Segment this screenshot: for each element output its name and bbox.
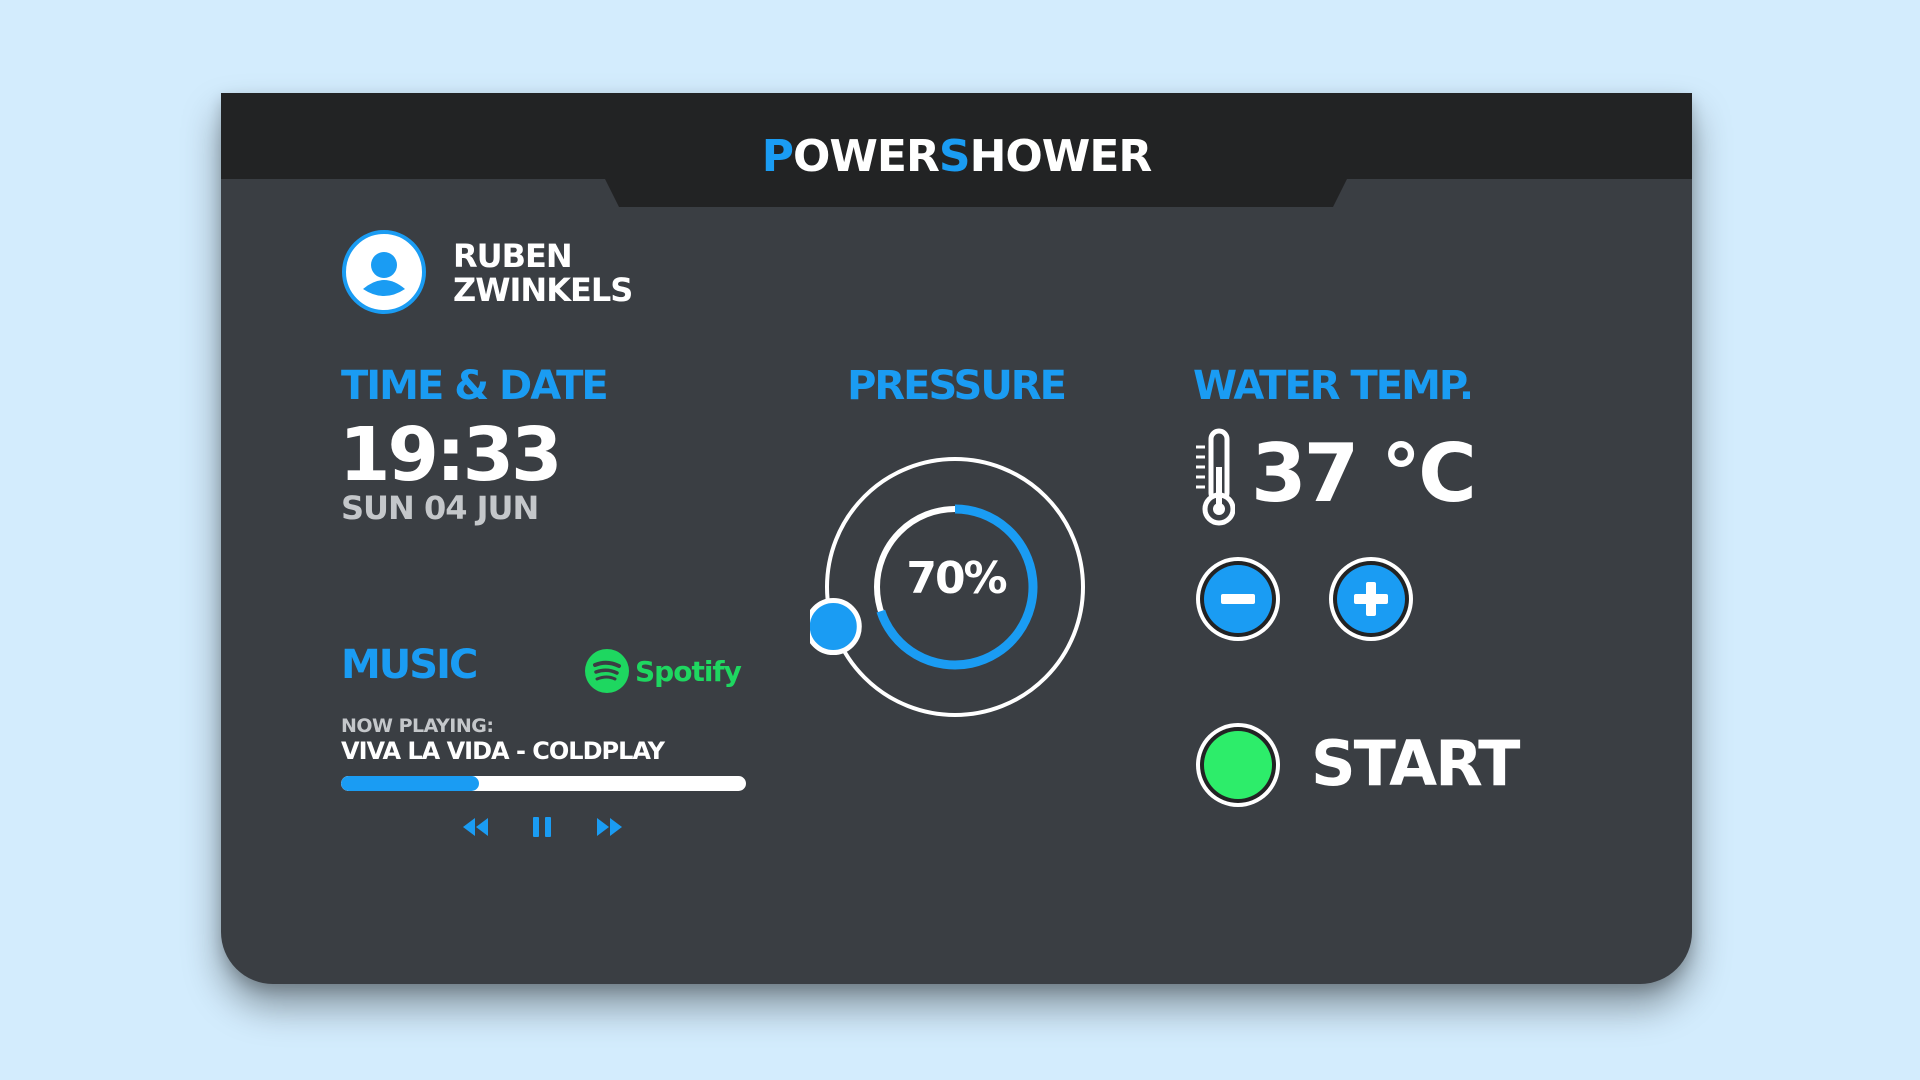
user-avatar-icon	[342, 230, 426, 314]
rewind-icon[interactable]	[461, 815, 491, 839]
minus-icon	[1221, 594, 1255, 604]
spotify-logo[interactable]: Spotify	[585, 649, 742, 693]
brand-part-ower: OWER	[792, 131, 940, 182]
track-progress-bar[interactable]	[341, 776, 746, 791]
app-brand-title: POWERSHOWER	[221, 131, 1692, 182]
water-temp-value: 37 °C	[1251, 427, 1477, 520]
clock-time: 19:33	[339, 412, 563, 498]
clock-date: SUN 04 JUN	[341, 489, 539, 527]
time-date-title: TIME & DATE	[341, 363, 609, 409]
start-label[interactable]: START	[1311, 727, 1520, 800]
now-playing-label: NOW PLAYING:	[341, 715, 494, 737]
temp-decrease-button[interactable]	[1193, 554, 1283, 644]
spotify-logo-icon	[585, 649, 629, 693]
user-first-name: RUBEN	[453, 237, 573, 275]
user-last-name: ZWINKELS	[453, 271, 633, 309]
user-avatar[interactable]	[341, 229, 427, 315]
temp-increase-button[interactable]	[1326, 554, 1416, 644]
track-progress-fill	[341, 776, 479, 791]
pause-icon[interactable]	[530, 815, 554, 839]
user-name: RUBEN ZWINKELS	[453, 237, 633, 309]
brand-letter-s: S	[938, 131, 971, 182]
start-button[interactable]	[1193, 720, 1283, 810]
brand-letter-p: P	[761, 131, 794, 182]
shower-control-panel: POWERSHOWER RUBEN ZWINKELS TIME & DATE 1…	[221, 93, 1692, 984]
track-title: VIVA LA VIDA - COLDPLAY	[341, 737, 665, 765]
spotify-label: Spotify	[635, 654, 742, 688]
brand-part-hower: HOWER	[969, 131, 1153, 182]
pressure-value: 70%	[906, 553, 1007, 604]
pressure-knob[interactable]	[810, 598, 862, 656]
pressure-title: PRESSURE	[847, 363, 1067, 409]
fast-forward-icon[interactable]	[594, 815, 624, 839]
thermometer-icon	[1196, 428, 1235, 526]
water-temp-title: WATER TEMP.	[1193, 363, 1474, 409]
music-title: MUSIC	[341, 642, 478, 688]
